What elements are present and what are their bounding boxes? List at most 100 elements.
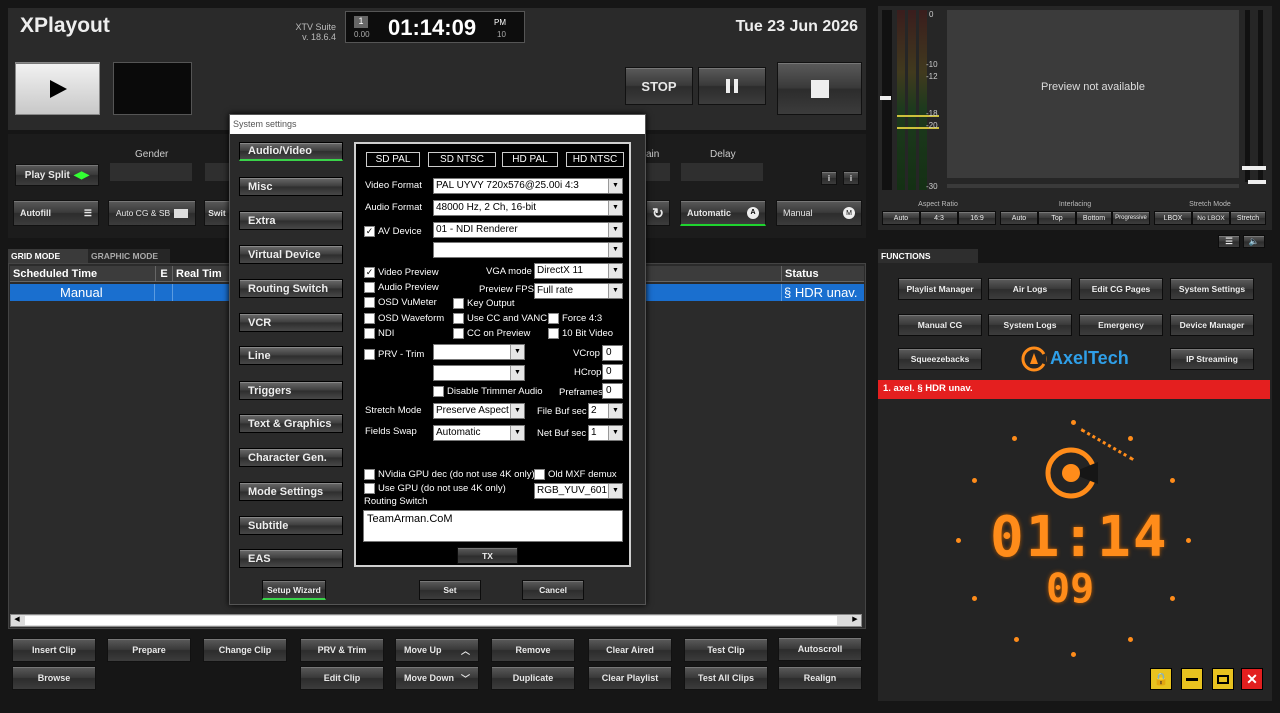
edit-cg-pages-button[interactable]: Edit CG Pages	[1079, 278, 1163, 300]
cc-preview-checkbox[interactable]	[453, 328, 464, 339]
delay-field[interactable]	[681, 163, 763, 181]
preset-sd-ntsc-button[interactable]: SD NTSC	[428, 152, 496, 167]
stop-button[interactable]: STOP	[625, 67, 693, 105]
video-preview-checkbox[interactable]: ✓	[364, 267, 375, 278]
col-status[interactable]: Status	[781, 266, 864, 282]
use-gpu-checkbox[interactable]	[364, 483, 375, 494]
test-all-clips-button[interactable]: Test All Clips	[684, 666, 768, 690]
interlace-bottom-button[interactable]: Bottom	[1076, 211, 1112, 225]
manual-cg-button[interactable]: Manual CG	[898, 314, 982, 336]
preset-hd-pal-button[interactable]: HD PAL	[502, 152, 558, 167]
tab-audio-video[interactable]: Audio/Video	[239, 142, 343, 161]
tab-vcr[interactable]: VCR	[239, 313, 343, 332]
scroll-right-icon[interactable]: ▶	[849, 615, 861, 626]
col-scheduled-time[interactable]: Scheduled Time	[13, 268, 97, 280]
play-button[interactable]	[15, 62, 100, 115]
col-e[interactable]: E	[155, 266, 173, 282]
hcrop-input[interactable]: 0	[602, 364, 623, 380]
move-down-button[interactable]: Move Down ﹀	[395, 666, 479, 690]
info-button-2[interactable]: i	[843, 171, 859, 185]
field-2[interactable]	[205, 163, 230, 181]
air-logs-button[interactable]: Air Logs	[988, 278, 1072, 300]
old-mxf-checkbox[interactable]	[534, 469, 545, 480]
audio-slider-2[interactable]	[1248, 180, 1266, 184]
stretch-nolbox-button[interactable]: No LBOX	[1192, 211, 1230, 225]
horizontal-scrollbar[interactable]: ◀ ▶	[10, 614, 862, 627]
prv-trim-button[interactable]: PRV & Trim	[300, 638, 384, 662]
preset-hd-ntsc-button[interactable]: HD NTSC	[566, 152, 624, 167]
system-logs-button[interactable]: System Logs	[988, 314, 1072, 336]
insert-clip-button[interactable]: Insert Clip	[12, 638, 96, 662]
tab-extra[interactable]: Extra	[239, 211, 343, 230]
clear-playlist-button[interactable]: Clear Playlist	[588, 666, 672, 690]
test-clip-button[interactable]: Test Clip	[684, 638, 768, 662]
move-up-button[interactable]: Move Up ︿	[395, 638, 479, 662]
lock-button[interactable]: 🔒	[1150, 668, 1172, 690]
stretch-lbox-button[interactable]: LBOX	[1154, 211, 1192, 225]
file-buf-select[interactable]: 2 ▼	[588, 403, 623, 419]
interlace-top-button[interactable]: Top	[1038, 211, 1076, 225]
aspect-169-button[interactable]: 16:9	[958, 211, 996, 225]
key-output-checkbox[interactable]	[453, 298, 464, 309]
emergency-button[interactable]: Emergency	[1079, 314, 1163, 336]
av-device-select[interactable]: 01 - NDI Renderer ▼	[433, 222, 623, 238]
speaker-button[interactable]: 🔈	[1243, 235, 1265, 248]
restore-button[interactable]	[1212, 668, 1234, 690]
interlace-auto-button[interactable]: Auto	[1000, 211, 1038, 225]
manual-button[interactable]: Manual M	[776, 200, 862, 226]
system-settings-button[interactable]: System Settings	[1170, 278, 1254, 300]
osd-waveform-checkbox[interactable]	[364, 313, 375, 324]
audio-preview-checkbox[interactable]	[364, 282, 375, 293]
scroll-left-icon[interactable]: ◀	[11, 615, 23, 626]
preview-progress[interactable]	[947, 184, 1239, 188]
force-43-checkbox[interactable]	[548, 313, 559, 324]
audio-slider[interactable]	[1242, 166, 1266, 170]
vcrop-input[interactable]: 0	[602, 345, 623, 361]
set-button[interactable]: Set	[419, 580, 481, 600]
ndi-checkbox[interactable]	[364, 328, 375, 339]
setup-wizard-button[interactable]: Setup Wizard	[262, 580, 326, 600]
pause-button[interactable]	[698, 67, 766, 105]
vga-mode-select[interactable]: DirectX 11 ▼	[534, 263, 623, 279]
automatic-button[interactable]: Automatic A	[680, 200, 766, 226]
info-button-1[interactable]: i	[821, 171, 837, 185]
scroll-thumb[interactable]	[25, 616, 837, 625]
tab-subtitle[interactable]: Subtitle	[239, 516, 343, 535]
squeezebacks-button[interactable]: Squeezebacks	[898, 348, 982, 370]
remove-button[interactable]: Remove	[491, 638, 575, 662]
device-manager-button[interactable]: Device Manager	[1170, 314, 1254, 336]
net-buf-select[interactable]: 1 ▼	[588, 425, 623, 441]
rgb-yuv-select[interactable]: RGB_YUV_601 ▼	[534, 483, 623, 499]
playlist-manager-button[interactable]: Playlist Manager	[898, 278, 982, 300]
prv-trim-select[interactable]: ▼	[433, 344, 525, 360]
video-format-select[interactable]: PAL UYVY 720x576@25.00i 4:3 ▼	[433, 178, 623, 194]
browse-button[interactable]: Browse	[12, 666, 96, 690]
gender-field[interactable]	[110, 163, 192, 181]
realign-button[interactable]: Realign	[778, 666, 862, 690]
swit-button[interactable]: Swit	[204, 200, 230, 226]
stop-square-button[interactable]	[777, 62, 862, 115]
prepare-button[interactable]: Prepare	[107, 638, 191, 662]
auto-cg-button[interactable]: Auto CG & SB	[108, 200, 196, 226]
tab-line[interactable]: Line	[239, 346, 343, 365]
tab-mode-settings[interactable]: Mode Settings	[239, 482, 343, 501]
tab-grid-mode[interactable]: GRID MODE	[8, 249, 88, 263]
close-button[interactable]: ✕	[1241, 668, 1263, 690]
tab-routing-switch[interactable]: Routing Switch	[239, 279, 343, 298]
prv-trim-2-select[interactable]: ▼	[433, 365, 525, 381]
av-device-checkbox[interactable]: ✓	[364, 226, 375, 237]
edit-clip-button[interactable]: Edit Clip	[300, 666, 384, 690]
level-slider[interactable]	[880, 96, 891, 100]
settings-sliders-button[interactable]: ☰	[1218, 235, 1240, 248]
tab-character-gen[interactable]: Character Gen.	[239, 448, 343, 467]
use-cc-checkbox[interactable]	[453, 313, 464, 324]
main-field[interactable]	[646, 163, 670, 181]
tab-text-graphics[interactable]: Text & Graphics	[239, 414, 343, 433]
autoscroll-button[interactable]: Autoscroll	[778, 637, 862, 661]
aspect-auto-button[interactable]: Auto	[882, 211, 920, 225]
aspect-43-button[interactable]: 4:3	[920, 211, 958, 225]
fields-swap-select[interactable]: Automatic ▼	[433, 425, 525, 441]
duplicate-button[interactable]: Duplicate	[491, 666, 575, 690]
audio-format-select[interactable]: 48000 Hz, 2 Ch, 16-bit ▼	[433, 200, 623, 216]
prv-trim-checkbox[interactable]	[364, 349, 375, 360]
